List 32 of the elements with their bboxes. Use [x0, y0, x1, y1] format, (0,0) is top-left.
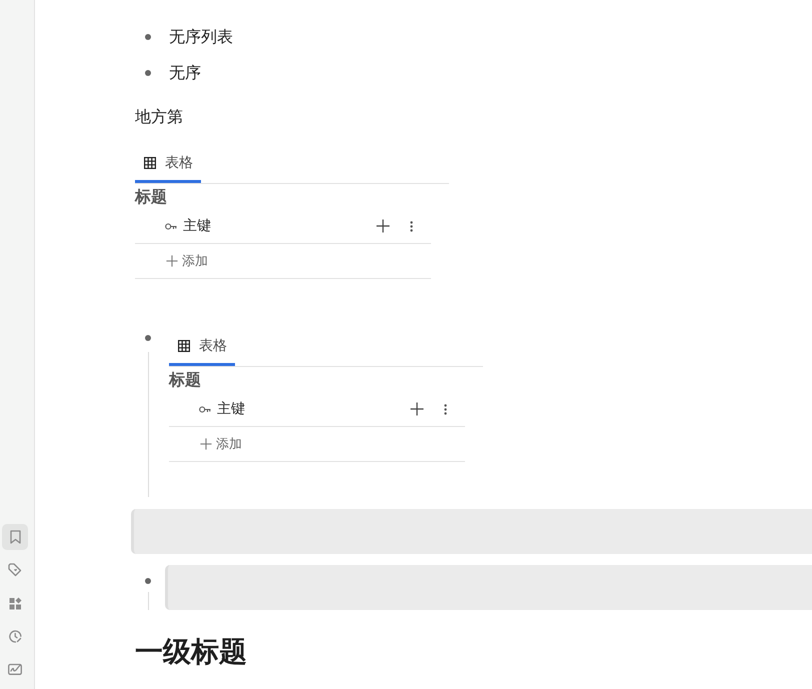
sidebar-button[interactable]: [2, 524, 28, 550]
more-icon: [410, 220, 412, 232]
tag-icon: [8, 563, 22, 577]
grid-icon: [178, 340, 190, 352]
key-icon: [165, 222, 177, 230]
bookmark-icon: [10, 530, 20, 544]
plus-icon: [166, 255, 178, 267]
add-field-button[interactable]: 添加: [166, 252, 208, 270]
clock-icon: [8, 630, 22, 642]
list-item-text: 无序列表: [169, 26, 234, 48]
table-tab[interactable]: 表格: [169, 329, 235, 366]
table-title: 标题: [169, 369, 202, 391]
add-field-button[interactable]: 添加: [200, 435, 242, 453]
table-title: 标题: [135, 186, 168, 208]
paragraph-text: 地方第: [135, 106, 184, 128]
list-item-text: 无序: [169, 62, 202, 84]
bullet-icon: [145, 578, 151, 584]
plus-icon: [376, 219, 390, 233]
plus-icon: [200, 438, 212, 450]
bullet-icon: [145, 34, 151, 40]
heading-text: 一级标题: [135, 634, 248, 670]
grid-icon: [144, 157, 156, 169]
plus-icon: [410, 402, 424, 416]
signature-icon: [8, 663, 22, 675]
bullet-icon: [145, 335, 151, 341]
key-icon: [199, 406, 211, 412]
field-name: 主键: [217, 400, 245, 418]
table-tab[interactable]: 表格: [135, 146, 201, 183]
more-icon: [444, 404, 446, 414]
field-name: 主键: [183, 217, 211, 235]
shapes-icon: [8, 596, 22, 610]
bullet-icon: [145, 70, 151, 76]
